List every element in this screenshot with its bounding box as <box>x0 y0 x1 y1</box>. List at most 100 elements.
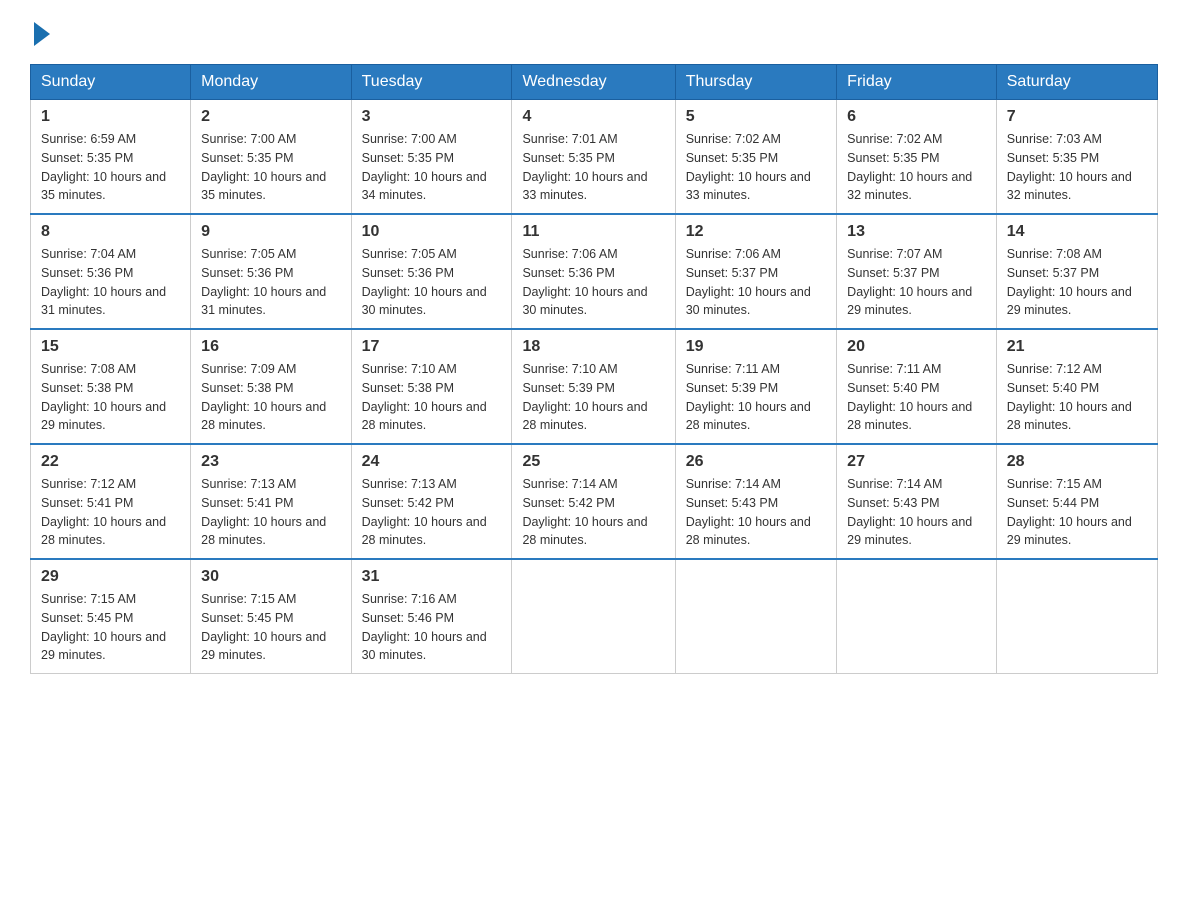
calendar-cell: 3 Sunrise: 7:00 AMSunset: 5:35 PMDaylight… <box>351 100 512 215</box>
day-number: 7 <box>1007 108 1147 126</box>
calendar-header-monday: Monday <box>191 65 351 100</box>
calendar-week-row: 22 Sunrise: 7:12 AMSunset: 5:41 PMDayligh… <box>31 444 1158 559</box>
day-info: Sunrise: 7:14 AMSunset: 5:43 PMDaylight:… <box>686 475 826 550</box>
page-header <box>30 20 1158 46</box>
calendar-cell: 1 Sunrise: 6:59 AMSunset: 5:35 PMDaylight… <box>31 100 191 215</box>
day-number: 13 <box>847 223 986 241</box>
day-info: Sunrise: 7:02 AMSunset: 5:35 PMDaylight:… <box>686 130 826 205</box>
calendar-cell: 16 Sunrise: 7:09 AMSunset: 5:38 PMDayligh… <box>191 329 351 444</box>
calendar-week-row: 29 Sunrise: 7:15 AMSunset: 5:45 PMDayligh… <box>31 559 1158 674</box>
day-info: Sunrise: 7:01 AMSunset: 5:35 PMDaylight:… <box>522 130 664 205</box>
calendar-cell: 25 Sunrise: 7:14 AMSunset: 5:42 PMDayligh… <box>512 444 675 559</box>
day-number: 5 <box>686 108 826 126</box>
calendar-cell: 12Sunrise: 7:06 AMSunset: 5:37 PMDayligh… <box>675 214 836 329</box>
day-info: Sunrise: 7:15 AMSunset: 5:44 PMDaylight:… <box>1007 475 1147 550</box>
day-info: Sunrise: 7:13 AMSunset: 5:42 PMDaylight:… <box>362 475 502 550</box>
logo-arrow-icon <box>34 22 50 46</box>
calendar-cell <box>512 559 675 674</box>
day-number: 29 <box>41 568 180 586</box>
day-info: Sunrise: 7:08 AMSunset: 5:37 PMDaylight:… <box>1007 245 1147 320</box>
calendar-cell <box>837 559 997 674</box>
calendar-cell: 27Sunrise: 7:14 AMSunset: 5:43 PMDayligh… <box>837 444 997 559</box>
day-number: 18 <box>522 338 664 356</box>
calendar-cell: 6 Sunrise: 7:02 AMSunset: 5:35 PMDaylight… <box>837 100 997 215</box>
day-info: Sunrise: 7:04 AMSunset: 5:36 PMDaylight:… <box>41 245 180 320</box>
day-info: Sunrise: 7:06 AMSunset: 5:37 PMDaylight:… <box>686 245 826 320</box>
day-info: Sunrise: 7:06 AMSunset: 5:36 PMDaylight:… <box>522 245 664 320</box>
day-number: 1 <box>41 108 180 126</box>
day-info: Sunrise: 7:13 AMSunset: 5:41 PMDaylight:… <box>201 475 340 550</box>
day-info: Sunrise: 7:10 AMSunset: 5:39 PMDaylight:… <box>522 360 664 435</box>
day-number: 17 <box>362 338 502 356</box>
calendar-header-thursday: Thursday <box>675 65 836 100</box>
day-info: Sunrise: 7:15 AMSunset: 5:45 PMDaylight:… <box>41 590 180 665</box>
day-number: 3 <box>362 108 502 126</box>
day-info: Sunrise: 7:16 AMSunset: 5:46 PMDaylight:… <box>362 590 502 665</box>
day-info: Sunrise: 7:14 AMSunset: 5:43 PMDaylight:… <box>847 475 986 550</box>
calendar-header-row: SundayMondayTuesdayWednesdayThursdayFrid… <box>31 65 1158 100</box>
calendar-cell: 28 Sunrise: 7:15 AMSunset: 5:44 PMDayligh… <box>996 444 1157 559</box>
calendar-cell: 15 Sunrise: 7:08 AMSunset: 5:38 PMDayligh… <box>31 329 191 444</box>
day-info: Sunrise: 7:08 AMSunset: 5:38 PMDaylight:… <box>41 360 180 435</box>
day-number: 8 <box>41 223 180 241</box>
calendar-cell: 7 Sunrise: 7:03 AMSunset: 5:35 PMDaylight… <box>996 100 1157 215</box>
day-info: Sunrise: 7:14 AMSunset: 5:42 PMDaylight:… <box>522 475 664 550</box>
day-info: Sunrise: 7:05 AMSunset: 5:36 PMDaylight:… <box>201 245 340 320</box>
calendar-cell: 18 Sunrise: 7:10 AMSunset: 5:39 PMDayligh… <box>512 329 675 444</box>
calendar-cell: 11 Sunrise: 7:06 AMSunset: 5:36 PMDayligh… <box>512 214 675 329</box>
day-info: Sunrise: 7:11 AMSunset: 5:40 PMDaylight:… <box>847 360 986 435</box>
day-info: Sunrise: 7:03 AMSunset: 5:35 PMDaylight:… <box>1007 130 1147 205</box>
calendar-cell: 29 Sunrise: 7:15 AMSunset: 5:45 PMDayligh… <box>31 559 191 674</box>
day-number: 30 <box>201 568 340 586</box>
day-number: 16 <box>201 338 340 356</box>
day-number: 10 <box>362 223 502 241</box>
calendar-header-saturday: Saturday <box>996 65 1157 100</box>
calendar-cell: 2Sunrise: 7:00 AMSunset: 5:35 PMDaylight… <box>191 100 351 215</box>
calendar-week-row: 8 Sunrise: 7:04 AMSunset: 5:36 PMDaylight… <box>31 214 1158 329</box>
calendar-header-sunday: Sunday <box>31 65 191 100</box>
calendar-cell: 8 Sunrise: 7:04 AMSunset: 5:36 PMDaylight… <box>31 214 191 329</box>
calendar-cell: 20Sunrise: 7:11 AMSunset: 5:40 PMDayligh… <box>837 329 997 444</box>
day-number: 4 <box>522 108 664 126</box>
calendar-cell: 9 Sunrise: 7:05 AMSunset: 5:36 PMDaylight… <box>191 214 351 329</box>
day-info: Sunrise: 7:15 AMSunset: 5:45 PMDaylight:… <box>201 590 340 665</box>
day-number: 26 <box>686 453 826 471</box>
calendar-cell: 13Sunrise: 7:07 AMSunset: 5:37 PMDayligh… <box>837 214 997 329</box>
day-number: 6 <box>847 108 986 126</box>
calendar-cell: 23 Sunrise: 7:13 AMSunset: 5:41 PMDayligh… <box>191 444 351 559</box>
day-number: 31 <box>362 568 502 586</box>
day-number: 19 <box>686 338 826 356</box>
day-info: Sunrise: 7:12 AMSunset: 5:41 PMDaylight:… <box>41 475 180 550</box>
calendar-week-row: 1 Sunrise: 6:59 AMSunset: 5:35 PMDaylight… <box>31 100 1158 215</box>
day-number: 11 <box>522 223 664 241</box>
day-number: 22 <box>41 453 180 471</box>
day-number: 24 <box>362 453 502 471</box>
calendar-header-tuesday: Tuesday <box>351 65 512 100</box>
day-info: Sunrise: 7:12 AMSunset: 5:40 PMDaylight:… <box>1007 360 1147 435</box>
day-number: 2 <box>201 108 340 126</box>
calendar-header-friday: Friday <box>837 65 997 100</box>
day-info: Sunrise: 7:02 AMSunset: 5:35 PMDaylight:… <box>847 130 986 205</box>
day-info: Sunrise: 7:10 AMSunset: 5:38 PMDaylight:… <box>362 360 502 435</box>
day-number: 21 <box>1007 338 1147 356</box>
calendar-cell: 21 Sunrise: 7:12 AMSunset: 5:40 PMDayligh… <box>996 329 1157 444</box>
calendar-cell: 17 Sunrise: 7:10 AMSunset: 5:38 PMDayligh… <box>351 329 512 444</box>
calendar-cell: 4 Sunrise: 7:01 AMSunset: 5:35 PMDaylight… <box>512 100 675 215</box>
calendar-cell: 24 Sunrise: 7:13 AMSunset: 5:42 PMDayligh… <box>351 444 512 559</box>
day-number: 28 <box>1007 453 1147 471</box>
day-number: 15 <box>41 338 180 356</box>
calendar-cell: 30 Sunrise: 7:15 AMSunset: 5:45 PMDayligh… <box>191 559 351 674</box>
day-info: Sunrise: 7:09 AMSunset: 5:38 PMDaylight:… <box>201 360 340 435</box>
day-info: Sunrise: 7:00 AMSunset: 5:35 PMDaylight:… <box>362 130 502 205</box>
calendar-cell: 22 Sunrise: 7:12 AMSunset: 5:41 PMDayligh… <box>31 444 191 559</box>
calendar-cell <box>675 559 836 674</box>
calendar-cell: 19Sunrise: 7:11 AMSunset: 5:39 PMDayligh… <box>675 329 836 444</box>
calendar-header-wednesday: Wednesday <box>512 65 675 100</box>
day-number: 25 <box>522 453 664 471</box>
day-number: 9 <box>201 223 340 241</box>
day-info: Sunrise: 6:59 AMSunset: 5:35 PMDaylight:… <box>41 130 180 205</box>
calendar-cell: 14Sunrise: 7:08 AMSunset: 5:37 PMDayligh… <box>996 214 1157 329</box>
calendar-cell <box>996 559 1157 674</box>
day-number: 23 <box>201 453 340 471</box>
calendar-table: SundayMondayTuesdayWednesdayThursdayFrid… <box>30 64 1158 674</box>
